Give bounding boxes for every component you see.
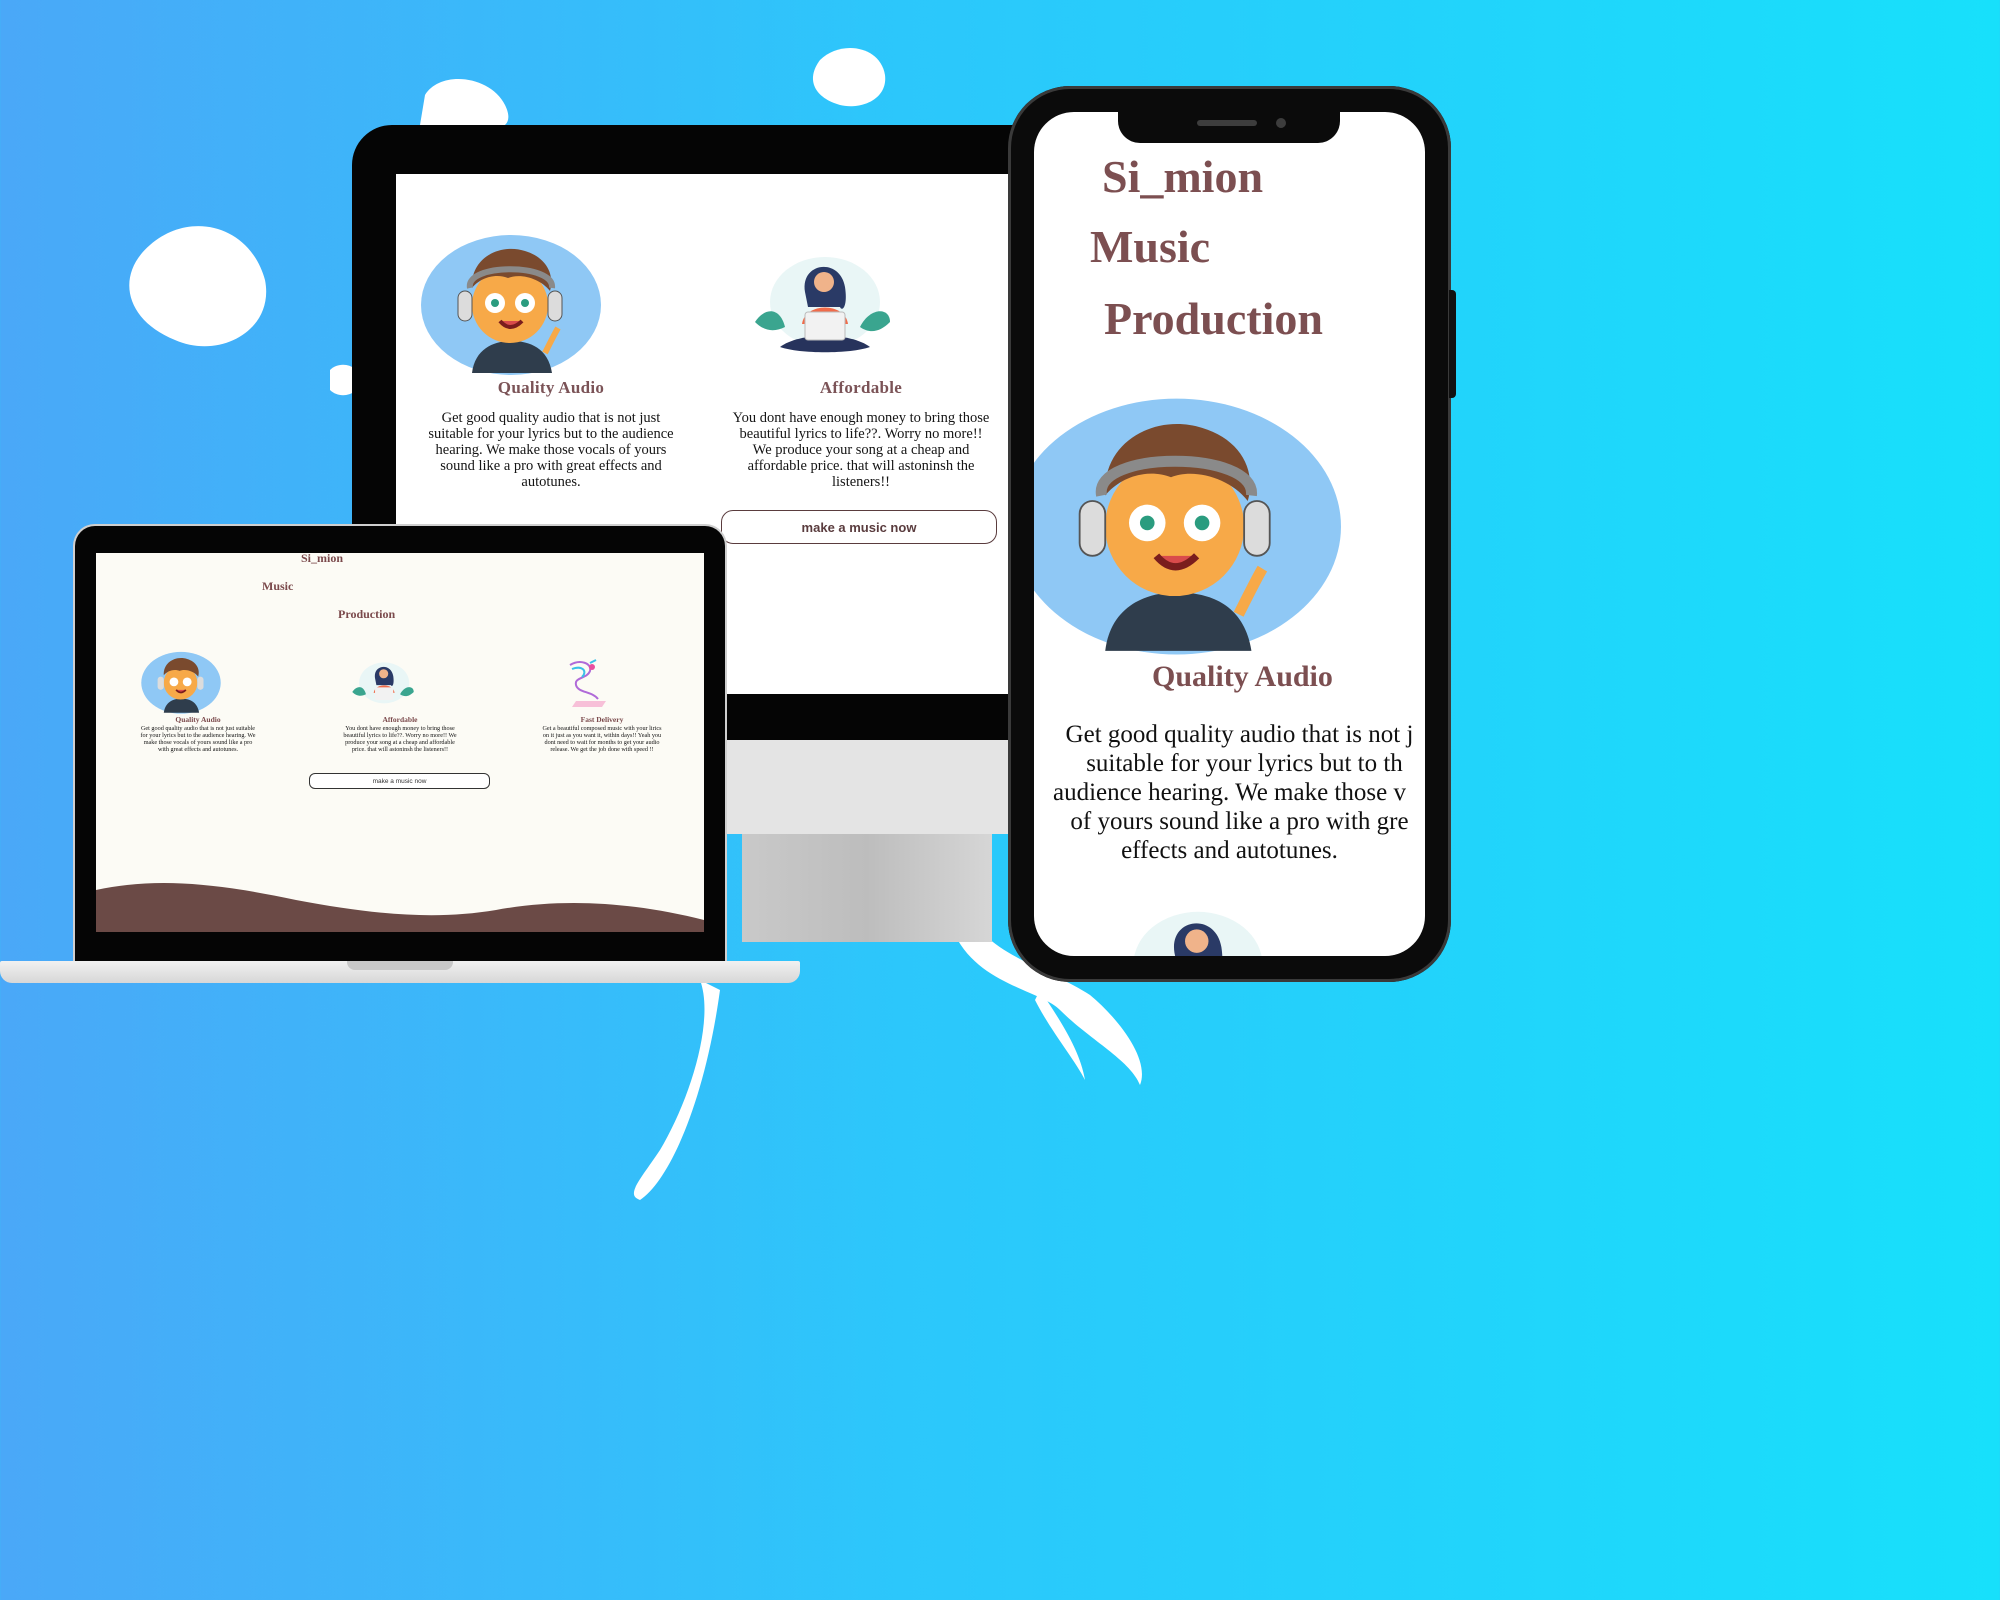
phone-side-button: [1449, 290, 1456, 398]
brand-line-2: Music: [1090, 221, 1211, 272]
woman-laptop-illustration: [755, 257, 890, 353]
feature-fast-delivery: Fast Delivery Get a beautiful composed m…: [542, 715, 662, 753]
feature-title: Affordable: [819, 378, 903, 397]
brand-line-3: Production: [338, 607, 396, 621]
phone-speaker: [1197, 120, 1257, 126]
feature-affordable: Affordable You dont have enough money to…: [732, 378, 990, 490]
monitor-stand: [742, 834, 992, 942]
phone-illustration-clip: [1034, 395, 1425, 660]
music-delivery-illustration: [569, 659, 606, 707]
feature-text-line: suitable for your lyrics but to th: [1086, 750, 1403, 777]
brand-line-2: Music: [262, 579, 294, 593]
feature-text: You dont have enough money to bring thos…: [732, 410, 990, 490]
brand-line-1: Si_mion: [1102, 151, 1264, 202]
feature-quality-audio: Quality Audio Get good quality audio tha…: [138, 715, 258, 753]
phone-illustration-clip: [1110, 905, 1280, 956]
footer-wave: [96, 882, 704, 932]
feature-text-line: Get good quality audio that is not j: [1065, 721, 1414, 748]
boy-headphones-illustration: [421, 235, 601, 375]
feature-text-line: effects and autotunes.: [1121, 837, 1338, 864]
brand-line-1: Si_mion: [301, 551, 344, 565]
make-music-button[interactable]: make a music now: [721, 510, 997, 544]
woman-laptop-illustration: [352, 662, 414, 704]
feature-title: Quality Audio: [1152, 660, 1333, 693]
feature-title: Quality Audio: [175, 715, 221, 724]
camera-icon: [1276, 118, 1286, 128]
feature-title: Quality Audio: [497, 378, 605, 397]
feature-title: Fast Delivery: [580, 715, 624, 724]
feature-text: Get good quality audio that is not just …: [140, 725, 256, 753]
feature-text-line: audience hearing. We make those v: [1053, 779, 1406, 806]
feature-text: Get a beautiful composed music with your…: [542, 725, 662, 753]
phone-feature-text-clip: Get good quality audio that is not j sui…: [1034, 720, 1425, 880]
feature-text: You dont have enough money to bring thos…: [343, 725, 457, 753]
brand-line-3: Production: [1104, 293, 1323, 344]
boy-headphones-illustration: [1034, 398, 1341, 655]
phone-notch: [1118, 110, 1340, 143]
feature-affordable: Affordable You dont have enough money to…: [340, 715, 460, 753]
make-music-button[interactable]: make a music now: [309, 773, 490, 789]
feature-quality-audio: Quality Audio Get good quality audio tha…: [420, 378, 682, 490]
feature-text-line: of yours sound like a pro with gre: [1070, 808, 1409, 835]
boy-headphones-illustration: [141, 651, 221, 714]
feature-text: Get good quality audio that is not just …: [428, 410, 674, 490]
woman-laptop-illustration: [1134, 911, 1262, 956]
feature-title: Affordable: [382, 715, 418, 724]
laptop-notch: [347, 961, 453, 970]
